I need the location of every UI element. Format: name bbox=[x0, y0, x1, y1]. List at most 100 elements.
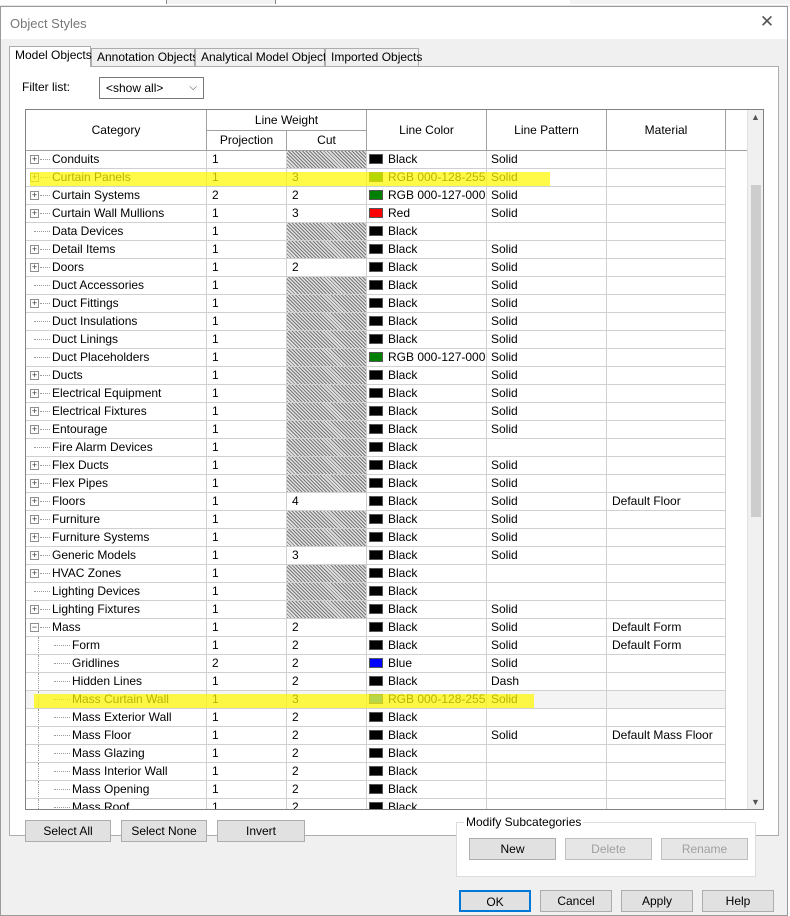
category-cell[interactable]: Duct Linings bbox=[26, 331, 207, 349]
line-color-cell[interactable]: Black bbox=[367, 313, 487, 331]
table-row[interactable]: Mass Roof 1 2 Black bbox=[26, 799, 748, 809]
line-color-cell[interactable]: Black bbox=[367, 151, 487, 169]
cut-cell[interactable]: 4 bbox=[287, 493, 367, 511]
category-cell[interactable]: + Electrical Equipment bbox=[26, 385, 207, 403]
line-pattern-cell[interactable] bbox=[487, 565, 607, 583]
cut-cell[interactable]: 2 bbox=[287, 673, 367, 691]
material-cell[interactable] bbox=[607, 367, 726, 385]
line-pattern-cell[interactable] bbox=[487, 745, 607, 763]
line-color-cell[interactable]: Black bbox=[367, 511, 487, 529]
projection-cell[interactable]: 1 bbox=[207, 367, 287, 385]
table-row[interactable]: Gridlines 2 2 Blue Solid bbox=[26, 655, 748, 673]
category-cell[interactable]: Mass Floor bbox=[26, 727, 207, 745]
line-pattern-cell[interactable]: Solid bbox=[487, 403, 607, 421]
line-pattern-cell[interactable]: Dash bbox=[487, 673, 607, 691]
line-color-cell[interactable]: Black bbox=[367, 223, 487, 241]
line-pattern-cell[interactable]: Solid bbox=[487, 691, 607, 709]
material-cell[interactable] bbox=[607, 223, 726, 241]
expand-icon[interactable]: + bbox=[30, 479, 39, 488]
line-color-cell[interactable]: RGB 000-127-000 bbox=[367, 349, 487, 367]
expand-icon[interactable]: + bbox=[30, 407, 39, 416]
category-cell[interactable]: + Lighting Fixtures bbox=[26, 601, 207, 619]
category-cell[interactable]: Mass Roof bbox=[26, 799, 207, 809]
category-cell[interactable]: Hidden Lines bbox=[26, 673, 207, 691]
projection-cell[interactable]: 1 bbox=[207, 619, 287, 637]
category-cell[interactable]: + Floors bbox=[26, 493, 207, 511]
line-pattern-cell[interactable]: Solid bbox=[487, 187, 607, 205]
table-row[interactable]: + Conduits 1 Black Solid bbox=[26, 151, 748, 169]
projection-cell[interactable]: 1 bbox=[207, 475, 287, 493]
delete-button[interactable]: Delete bbox=[565, 838, 652, 860]
material-cell[interactable] bbox=[607, 799, 726, 809]
tab-annotation-objects[interactable]: Annotation Objects bbox=[91, 48, 198, 66]
category-cell[interactable]: − Mass bbox=[26, 619, 207, 637]
help-button[interactable]: Help bbox=[702, 890, 774, 912]
material-cell[interactable] bbox=[607, 187, 726, 205]
projection-cell[interactable]: 1 bbox=[207, 295, 287, 313]
category-cell[interactable]: Mass Opening bbox=[26, 781, 207, 799]
projection-cell[interactable]: 1 bbox=[207, 673, 287, 691]
material-cell[interactable] bbox=[607, 385, 726, 403]
category-cell[interactable]: + Electrical Fixtures bbox=[26, 403, 207, 421]
line-pattern-cell[interactable]: Solid bbox=[487, 619, 607, 637]
line-pattern-cell[interactable]: Solid bbox=[487, 529, 607, 547]
material-cell[interactable] bbox=[607, 277, 726, 295]
line-pattern-cell[interactable]: Solid bbox=[487, 637, 607, 655]
category-cell[interactable]: + Flex Pipes bbox=[26, 475, 207, 493]
table-row[interactable]: + Doors 1 2 Black Solid bbox=[26, 259, 748, 277]
line-color-cell[interactable]: Black bbox=[367, 619, 487, 637]
material-cell[interactable] bbox=[607, 547, 726, 565]
line-color-cell[interactable]: RGB 000-128-255 bbox=[367, 691, 487, 709]
line-pattern-cell[interactable]: Solid bbox=[487, 511, 607, 529]
header-line-pattern[interactable]: Line Pattern bbox=[487, 110, 607, 151]
material-cell[interactable] bbox=[607, 169, 726, 187]
tab-analytical-model-objects[interactable]: Analytical Model Objects bbox=[195, 48, 332, 66]
material-cell[interactable] bbox=[607, 673, 726, 691]
category-cell[interactable]: Mass Curtain Wall bbox=[26, 691, 207, 709]
material-cell[interactable] bbox=[607, 709, 726, 727]
line-color-cell[interactable]: Black bbox=[367, 529, 487, 547]
line-pattern-cell[interactable]: Solid bbox=[487, 349, 607, 367]
line-color-cell[interactable]: Black bbox=[367, 241, 487, 259]
line-color-cell[interactable]: RGB 000-128-255 bbox=[367, 169, 487, 187]
expand-icon[interactable]: + bbox=[30, 569, 39, 578]
line-color-cell[interactable]: Black bbox=[367, 565, 487, 583]
line-color-cell[interactable]: Black bbox=[367, 277, 487, 295]
line-pattern-cell[interactable]: Solid bbox=[487, 385, 607, 403]
line-color-cell[interactable]: Red bbox=[367, 205, 487, 223]
line-pattern-cell[interactable]: Solid bbox=[487, 547, 607, 565]
table-row[interactable]: Mass Curtain Wall 1 3 RGB 000-128-255 Solid bbox=[26, 691, 748, 709]
ok-button[interactable]: OK bbox=[459, 890, 531, 912]
category-cell[interactable]: + HVAC Zones bbox=[26, 565, 207, 583]
line-pattern-cell[interactable]: Solid bbox=[487, 727, 607, 745]
material-cell[interactable]: Default Form bbox=[607, 637, 726, 655]
line-color-cell[interactable]: Black bbox=[367, 493, 487, 511]
line-color-cell[interactable]: Black bbox=[367, 583, 487, 601]
line-color-cell[interactable]: Black bbox=[367, 601, 487, 619]
cut-cell[interactable]: 3 bbox=[287, 547, 367, 565]
line-pattern-cell[interactable] bbox=[487, 223, 607, 241]
category-cell[interactable]: Duct Accessories bbox=[26, 277, 207, 295]
cut-cell[interactable]: 2 bbox=[287, 781, 367, 799]
material-cell[interactable] bbox=[607, 259, 726, 277]
projection-cell[interactable]: 1 bbox=[207, 493, 287, 511]
projection-cell[interactable]: 1 bbox=[207, 151, 287, 169]
projection-cell[interactable]: 1 bbox=[207, 637, 287, 655]
category-cell[interactable]: Data Devices bbox=[26, 223, 207, 241]
projection-cell[interactable]: 1 bbox=[207, 691, 287, 709]
line-pattern-cell[interactable] bbox=[487, 709, 607, 727]
cut-cell[interactable]: 2 bbox=[287, 259, 367, 277]
material-cell[interactable] bbox=[607, 313, 726, 331]
cut-cell[interactable]: 2 bbox=[287, 727, 367, 745]
category-cell[interactable]: + Generic Models bbox=[26, 547, 207, 565]
line-pattern-cell[interactable]: Solid bbox=[487, 331, 607, 349]
category-cell[interactable]: + Curtain Systems bbox=[26, 187, 207, 205]
category-cell[interactable]: + Doors bbox=[26, 259, 207, 277]
category-cell[interactable]: Mass Interior Wall bbox=[26, 763, 207, 781]
expand-icon[interactable]: + bbox=[30, 551, 39, 560]
line-pattern-cell[interactable]: Solid bbox=[487, 295, 607, 313]
table-row[interactable]: + Curtain Systems 2 2 RGB 000-127-000 Solid bbox=[26, 187, 748, 205]
table-row[interactable]: + Curtain Wall Mullions 1 3 Red Solid bbox=[26, 205, 748, 223]
line-color-cell[interactable]: Black bbox=[367, 637, 487, 655]
table-row[interactable]: Duct Accessories 1 Black Solid bbox=[26, 277, 748, 295]
